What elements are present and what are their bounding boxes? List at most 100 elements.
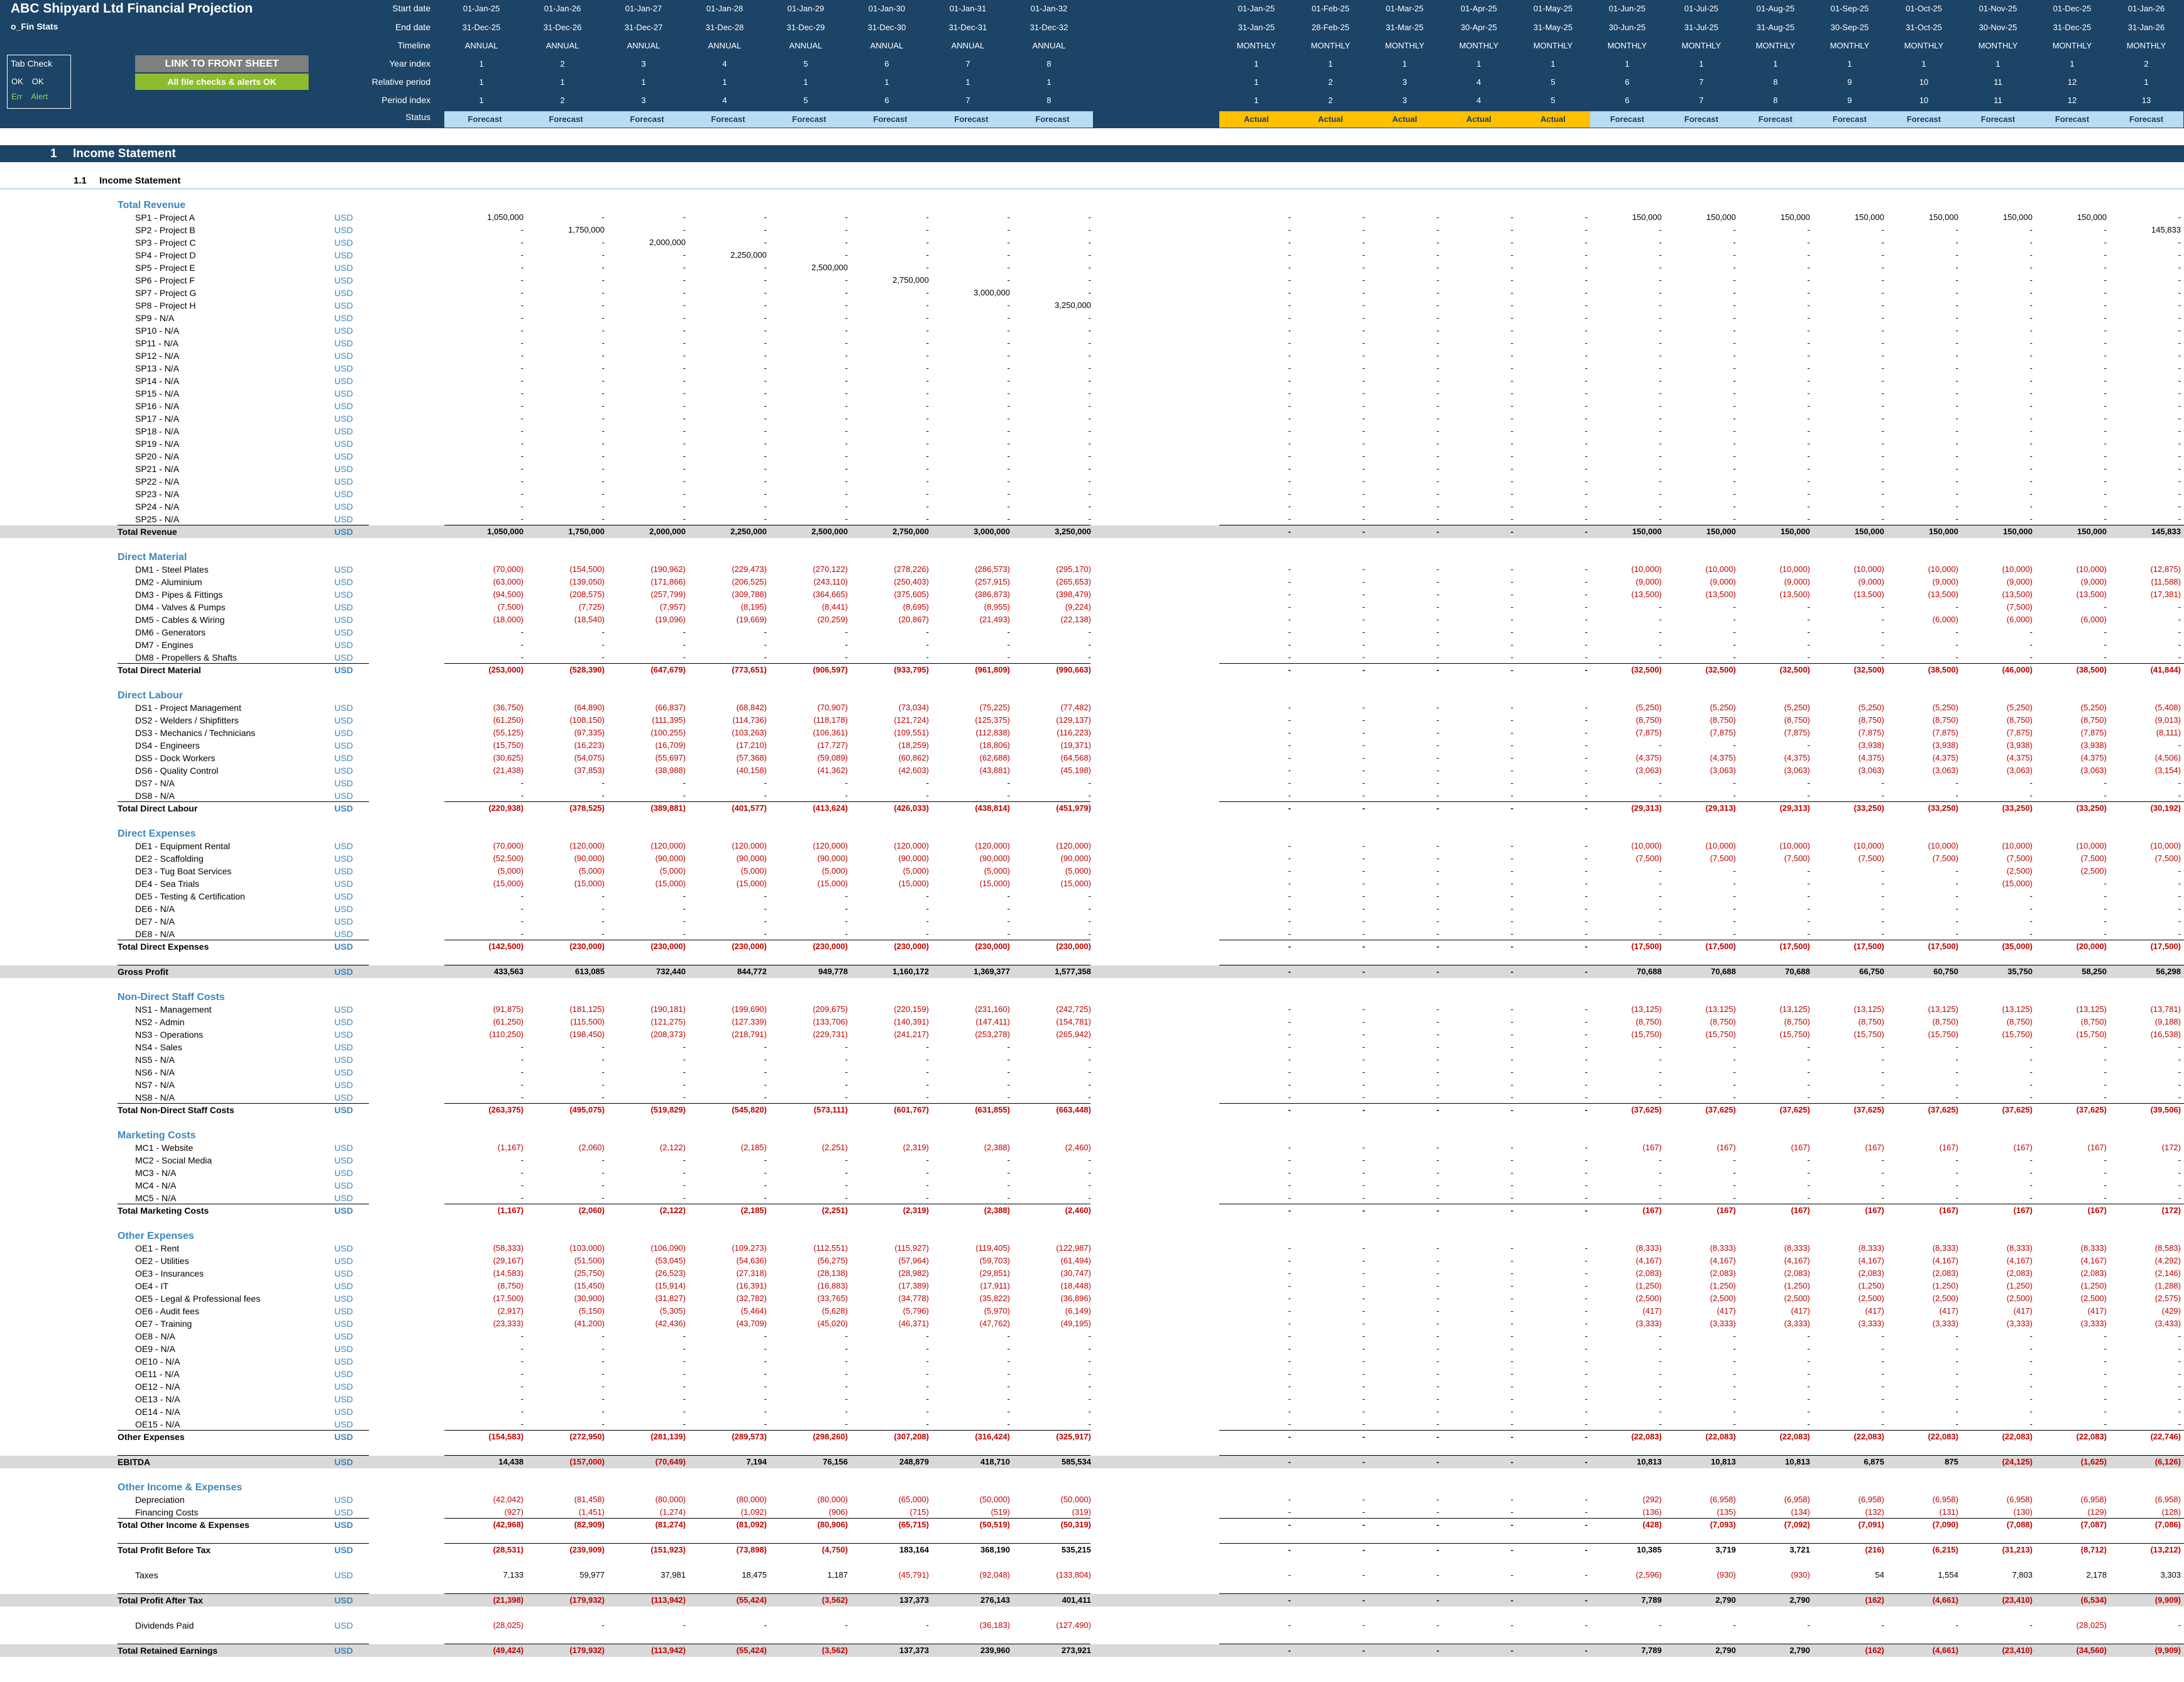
annual-value-cell: (47,762) xyxy=(979,1319,1010,1328)
header-label-year_index: Year index xyxy=(389,58,431,69)
link-to-front-sheet-button[interactable]: LINK TO FRONT SHEET xyxy=(135,55,309,72)
monthly-value-cell: - xyxy=(2029,640,2033,649)
header-label-start: Start date xyxy=(392,3,431,13)
monthly-value-cell: (3,063) xyxy=(1932,766,1958,775)
annual-value-cell: - xyxy=(683,275,686,285)
annual-value-cell: - xyxy=(764,1055,767,1064)
annual-end-cell: 31-Dec-27 xyxy=(624,23,663,32)
monthly-value-cell: - xyxy=(1288,1155,1291,1165)
annual-value-cell: - xyxy=(1007,502,1010,511)
annual-value-cell: (15,000) xyxy=(898,879,929,888)
monthly-value-cell: - xyxy=(1659,1394,1662,1404)
monthly-value-cell: - xyxy=(1288,1432,1291,1441)
monthly-value-cell: (6,000) xyxy=(2006,615,2033,624)
annual-value-cell: (16,709) xyxy=(655,740,686,750)
monthly-value-cell: - xyxy=(1288,1344,1291,1353)
monthly-value-cell: - xyxy=(1362,1092,1365,1102)
monthly-value-cell: - xyxy=(1584,238,1588,247)
monthly-value-cell: 10,813 xyxy=(1785,1457,1810,1466)
annual-value-cell: (5,000) xyxy=(740,866,767,876)
monthly-value-cell: - xyxy=(1288,615,1291,624)
monthly-value-cell: - xyxy=(1510,1105,1513,1114)
monthly-value-cell: - xyxy=(1362,1319,1365,1328)
monthly-value-cell: - xyxy=(1362,376,1365,385)
annual-value-cell: - xyxy=(845,1419,848,1429)
monthly-value-cell: (2,083) xyxy=(1784,1268,1810,1278)
annual-value-cell: (90,000) xyxy=(574,854,605,863)
annual-timeline-cell: ANNUAL xyxy=(870,41,904,50)
monthly-value-cell: - xyxy=(1288,766,1291,775)
annual-value-cell: - xyxy=(683,1080,686,1089)
annual-value-cell: - xyxy=(520,1382,524,1391)
monthly-value-cell: - xyxy=(1659,300,1662,310)
unit-label: USD xyxy=(334,376,353,386)
annual-value-cell: - xyxy=(601,489,605,498)
annual-value-cell: - xyxy=(1007,275,1010,285)
annual-value-cell: - xyxy=(683,451,686,461)
monthly-value-cell: (9,000) xyxy=(1784,577,1810,586)
monthly-value-cell: - xyxy=(1510,489,1513,498)
annual-value-cell: (17,389) xyxy=(898,1281,929,1290)
monthly-value-cell: (6,534) xyxy=(2080,1595,2107,1605)
total-row-label: Total Direct Labour xyxy=(118,803,198,813)
unit-label: USD xyxy=(334,879,353,889)
annual-value-cell: - xyxy=(601,1055,605,1064)
unit-label: USD xyxy=(334,590,353,600)
monthly-value-cell: - xyxy=(1807,791,1810,800)
monthly-value-cell: (11,588) xyxy=(2151,577,2181,586)
tab-check-ok-label: OK xyxy=(31,77,44,86)
monthly-value-cell: - xyxy=(2029,904,2033,913)
annual-value-cell: (243,110) xyxy=(813,577,848,586)
monthly-value-cell: - xyxy=(1510,564,1513,574)
unit-label: USD xyxy=(334,1620,353,1630)
annual-value-cell: - xyxy=(1088,363,1091,373)
annual-year_index-cell: 7 xyxy=(965,59,970,69)
monthly-value-cell: - xyxy=(1584,1382,1588,1391)
annual-timeline-cell: ANNUAL xyxy=(951,41,985,50)
annual-value-cell: (231,160) xyxy=(975,1004,1010,1014)
monthly-value-cell: - xyxy=(2178,1331,2181,1341)
monthly-value-cell: - xyxy=(1733,502,1736,511)
annual-value-cell: (154,500) xyxy=(569,564,605,574)
annual-value-cell: (199,690) xyxy=(732,1004,767,1014)
annual-timeline-cell: ANNUAL xyxy=(627,41,661,50)
monthly-value-cell: - xyxy=(1584,1193,1588,1202)
monthly-start-cell: 01-Dec-25 xyxy=(2053,4,2092,13)
annual-value-cell: - xyxy=(764,916,767,926)
annual-value-cell: - xyxy=(683,1344,686,1353)
monthly-value-cell: - xyxy=(1807,263,1810,272)
monthly-value-cell: (167) xyxy=(1642,1143,1662,1152)
monthly-value-cell: - xyxy=(1955,1331,1958,1341)
monthly-value-cell: - xyxy=(1881,502,1884,511)
monthly-value-cell: (6,958) xyxy=(2006,1495,2033,1504)
annual-value-cell: - xyxy=(926,288,929,297)
annual-value-cell: (113,942) xyxy=(651,1595,686,1605)
monthly-value-cell: - xyxy=(1955,1344,1958,1353)
annual-period-cell: 4 xyxy=(722,96,727,105)
unit-label: USD xyxy=(334,1394,353,1404)
annual-value-cell: - xyxy=(845,1369,848,1378)
monthly-period-cell: 13 xyxy=(2141,96,2151,105)
monthly-value-cell: (29,313) xyxy=(1705,803,1736,813)
monthly-value-cell: - xyxy=(2104,426,2107,436)
monthly-value-cell: (7,500) xyxy=(2006,854,2033,863)
monthly-value-cell: (9,909) xyxy=(2154,1595,2181,1605)
monthly-value-cell: (8,333) xyxy=(1784,1243,1810,1253)
monthly-value-cell: - xyxy=(1510,1017,1513,1026)
monthly-value-cell: - xyxy=(1807,740,1810,750)
monthly-value-cell: - xyxy=(1807,1155,1810,1165)
annual-value-cell: - xyxy=(1088,376,1091,385)
annual-value-cell: - xyxy=(601,514,605,524)
line-item-label: DM3 - Pipes & Fittings xyxy=(135,590,223,600)
annual-value-cell: - xyxy=(1007,326,1010,335)
monthly-value-cell: - xyxy=(2104,275,2107,285)
header-label-end: End date xyxy=(395,22,431,32)
monthly-value-cell: (32,500) xyxy=(1853,665,1884,674)
annual-value-cell: (32,782) xyxy=(736,1294,767,1303)
annual-value-cell: - xyxy=(520,426,524,436)
annual-value-cell: - xyxy=(601,1067,605,1077)
monthly-value-cell: - xyxy=(1362,1620,1365,1630)
monthly-value-cell: - xyxy=(2178,238,2181,247)
monthly-value-cell: (32,500) xyxy=(1705,665,1736,674)
monthly-value-cell: - xyxy=(1659,1407,1662,1416)
